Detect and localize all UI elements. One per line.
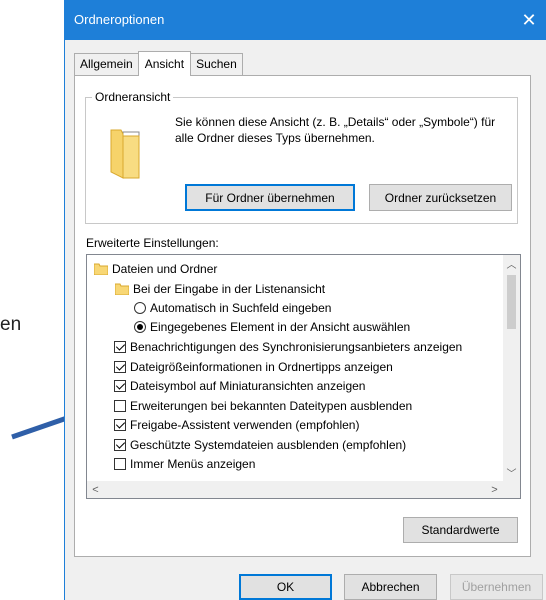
folder-view-legend: Ordneransicht	[92, 90, 174, 104]
ok-button[interactable]: OK	[239, 574, 332, 600]
dialog-title: Ordneroptionen	[74, 12, 165, 27]
view-tab-panel: Ordneransicht Sie können diese Ansicht (…	[74, 75, 531, 557]
checkbox[interactable]	[114, 400, 126, 412]
scroll-thumb[interactable]	[507, 275, 516, 329]
reset-folders-button[interactable]: Ordner zurücksetzen	[369, 184, 512, 211]
radio-button[interactable]	[134, 302, 146, 314]
checkbox-always-show-menus[interactable]: Immer Menüs anzeigen	[114, 454, 255, 474]
folder-view-group: Ordneransicht Sie können diese Ansicht (…	[85, 90, 518, 224]
tab-general[interactable]: Allgemein	[74, 53, 139, 75]
advanced-settings-label: Erweiterte Einstellungen:	[86, 236, 219, 250]
advanced-settings-tree: Dateien und Ordner Bei der Eingabe in de…	[86, 254, 521, 499]
folder-icon	[94, 263, 108, 275]
checkbox[interactable]	[114, 439, 126, 451]
tab-view[interactable]: Ansicht	[137, 51, 192, 76]
folder-view-icon	[110, 129, 140, 179]
restore-defaults-button[interactable]: Standardwerte	[403, 517, 518, 543]
cancel-button[interactable]: Abbrechen	[344, 574, 437, 600]
title-bar: Ordneroptionen ✕	[65, 0, 546, 40]
tree-item-listview-typing[interactable]: Bei der Eingabe in der Listenansicht	[115, 279, 325, 299]
folder-icon	[115, 283, 129, 295]
radio-button[interactable]	[134, 321, 146, 333]
tab-search[interactable]: Suchen	[190, 53, 243, 75]
checkbox-file-size-info[interactable]: Dateigrößeinformationen in Ordnertipps a…	[114, 357, 393, 377]
checkbox-hide-system-files[interactable]: Geschützte Systemdateien ausblenden (emp…	[114, 435, 406, 455]
scroll-left-icon[interactable]: <	[87, 481, 104, 498]
checkbox[interactable]	[114, 458, 126, 470]
checkbox[interactable]	[114, 341, 126, 353]
apply-button[interactable]: Übernehmen	[450, 574, 543, 600]
checkbox[interactable]	[114, 419, 126, 431]
vertical-scrollbar[interactable]: ︿ ﹀	[503, 255, 520, 481]
close-icon[interactable]: ✕	[511, 0, 546, 40]
checkbox-hide-extensions[interactable]: Erweiterungen bei bekannten Dateitypen a…	[114, 396, 412, 416]
checkbox[interactable]	[114, 380, 126, 392]
apply-to-folders-button[interactable]: Für Ordner übernehmen	[185, 184, 355, 211]
folder-options-dialog: Ordneroptionen ✕ Allgemein Ansicht Suche…	[64, 0, 546, 600]
checkbox-sharing-wizard[interactable]: Freigabe-Assistent verwenden (empfohlen)	[114, 415, 359, 435]
horizontal-scrollbar[interactable]: < >	[87, 481, 503, 498]
scroll-right-icon[interactable]: >	[486, 481, 503, 498]
scrollbar-corner	[503, 481, 520, 498]
radio-auto-search[interactable]: Automatisch in Suchfeld eingeben	[134, 298, 331, 318]
checkbox-sync-notifications[interactable]: Benachrichtigungen des Synchronisierungs…	[114, 337, 462, 357]
checkbox[interactable]	[114, 361, 126, 373]
scroll-down-icon[interactable]: ﹀	[503, 464, 520, 481]
checkbox-file-icon-thumbnails[interactable]: Dateisymbol auf Miniaturansichten anzeig…	[114, 376, 365, 396]
scroll-up-icon[interactable]: ︿	[503, 255, 520, 272]
radio-select-item[interactable]: Eingegebenes Element in der Ansicht ausw…	[134, 317, 410, 337]
folder-view-description: Sie können diese Ansicht (z. B. „Details…	[175, 115, 496, 145]
tree-item-files-and-folders[interactable]: Dateien und Ordner	[94, 259, 217, 279]
tab-bar: Allgemein Ansicht Suchen	[74, 51, 243, 76]
